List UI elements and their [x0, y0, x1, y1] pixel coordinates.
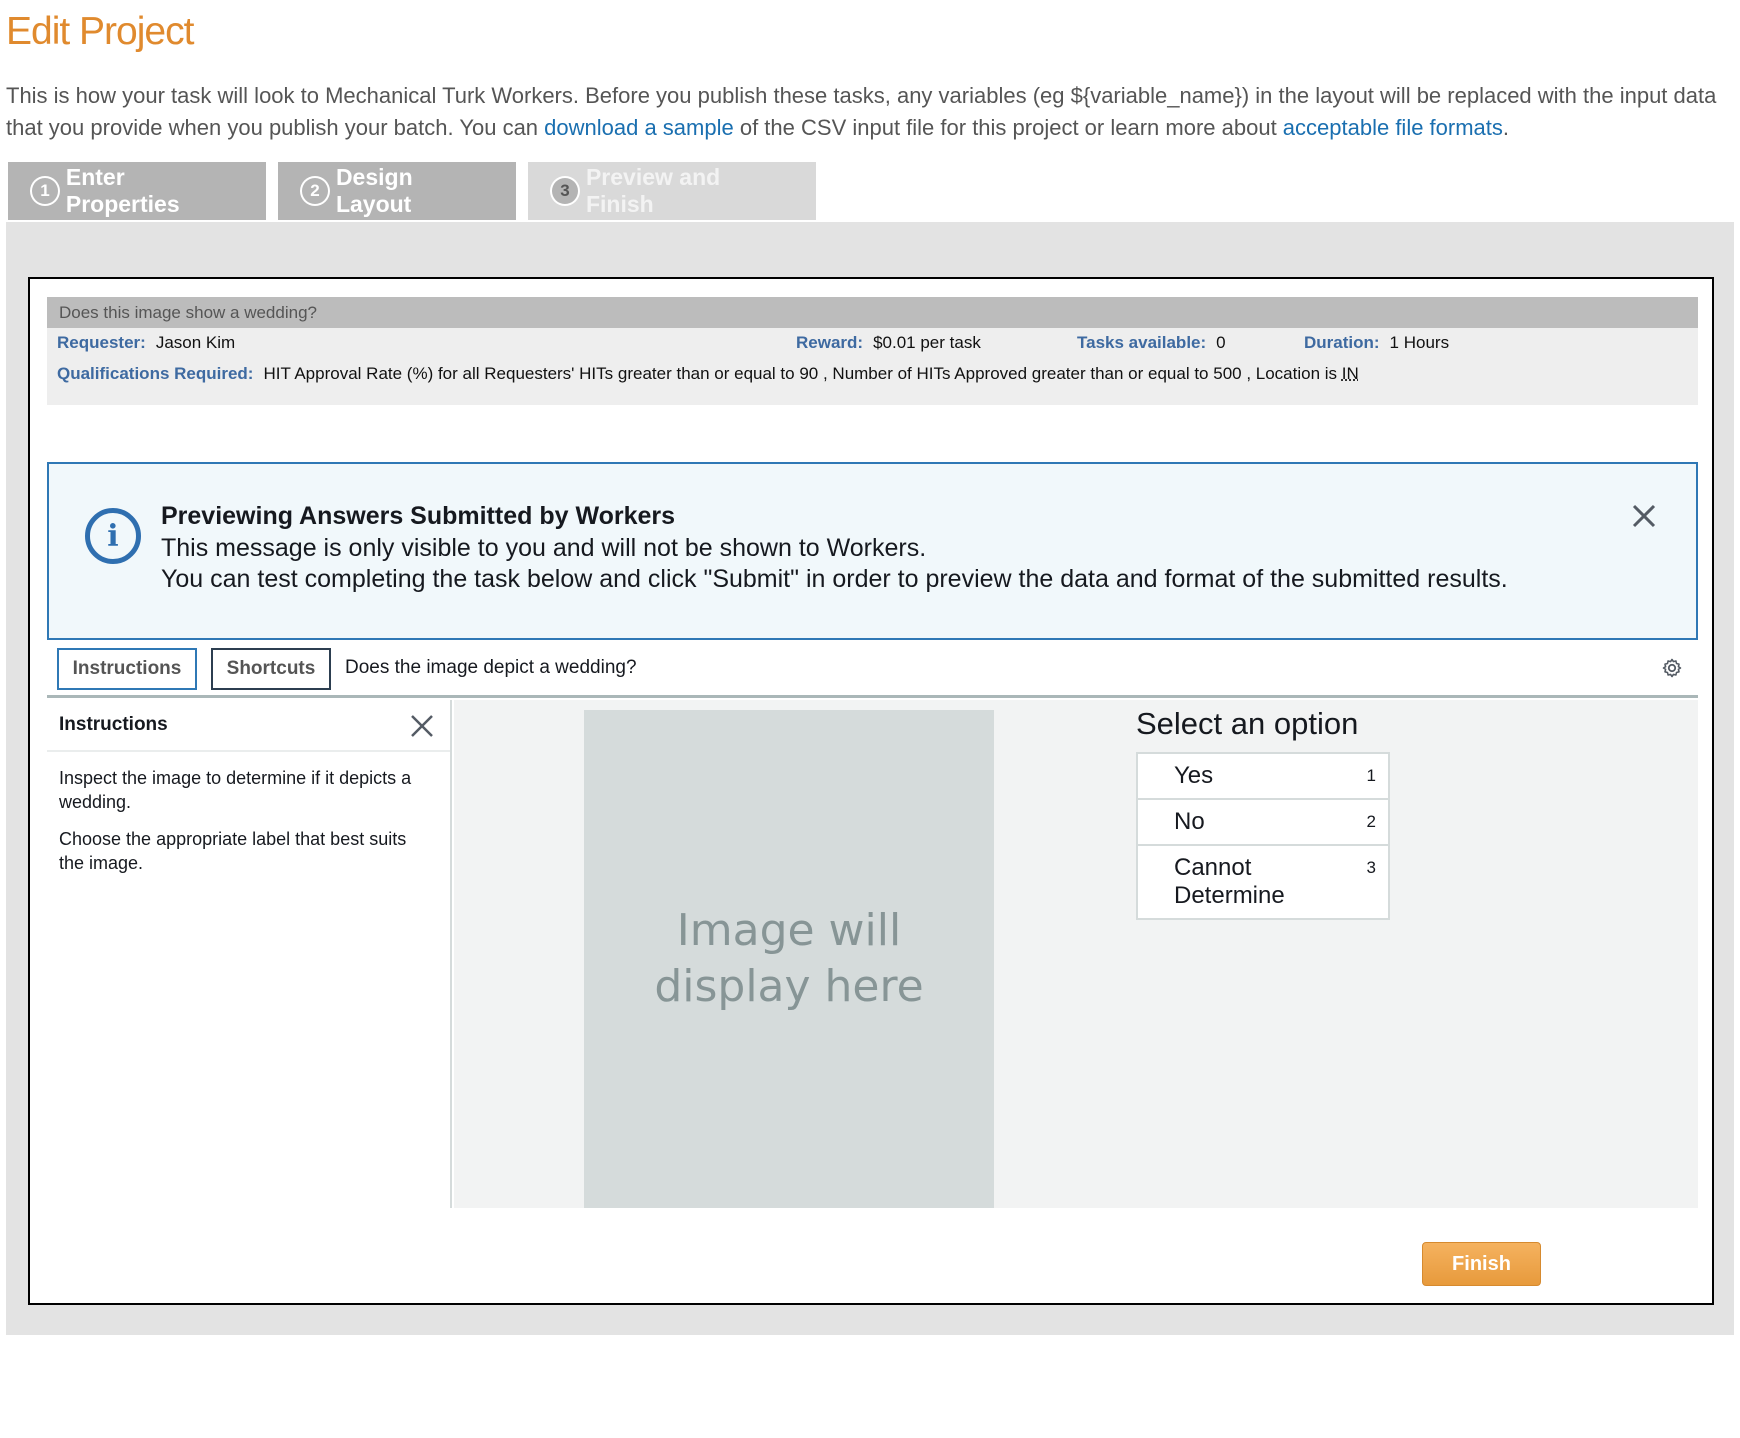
tasks-available-label: Tasks available:	[1077, 333, 1207, 352]
option-cannot-determine[interactable]: Cannot Determine 3	[1138, 846, 1388, 918]
image-placeholder-text: display here	[654, 961, 924, 1012]
preview-container: Does this image show a wedding? Requeste…	[6, 222, 1734, 1335]
duration-value: 1 Hours	[1389, 333, 1450, 352]
location-abbr: IN	[1341, 364, 1359, 383]
qualifications-label: Qualifications Required:	[57, 364, 254, 383]
step-number: 3	[550, 176, 580, 206]
tasks-available-value: 0	[1216, 333, 1226, 352]
intro-text: .	[1502, 115, 1510, 140]
alert-message-line: You can test completing the task below a…	[161, 565, 1508, 593]
page-title: Edit Project	[6, 10, 194, 53]
option-shortcut-key: 1	[1366, 766, 1376, 785]
qualifications-value: HIT Approval Rate (%) for all Requesters…	[263, 364, 1342, 383]
step-design-layout[interactable]: 2 Design Layout	[278, 162, 516, 220]
option-shortcut-key: 2	[1366, 812, 1376, 831]
options-title: Select an option	[1136, 706, 1359, 741]
step-tabs: 1 Enter Properties 2 Design Layout 3 Pre…	[8, 162, 816, 220]
hit-title: Does this image show a wedding?	[47, 297, 1698, 328]
image-placeholder-text: Image will	[676, 905, 902, 956]
step-enter-properties[interactable]: 1 Enter Properties	[8, 162, 266, 220]
step-number: 2	[300, 176, 330, 206]
gear-icon[interactable]	[1660, 656, 1684, 680]
step-label: Preview and Finish	[585, 164, 721, 217]
download-sample-link[interactable]: download a sample	[544, 115, 734, 140]
duration-info: Duration: 1 Hours	[1304, 333, 1449, 353]
shortcuts-button[interactable]: Shortcuts	[211, 648, 331, 690]
instructions-panel-header: Instructions	[47, 700, 450, 752]
instructions-paragraph: Inspect the image to determine if it dep…	[59, 768, 412, 812]
intro-paragraph: This is how your task will look to Mecha…	[6, 80, 1726, 144]
alert-message-line: This message is only visible to you and …	[161, 534, 927, 562]
option-label: Yes	[1174, 762, 1214, 789]
instructions-panel: Instructions Inspect the image to determ…	[47, 700, 452, 1208]
preview-alert: i Previewing Answers Submitted by Worker…	[47, 462, 1698, 640]
task-toolbar: Instructions Shortcuts Does the image de…	[47, 642, 1698, 698]
option-yes[interactable]: Yes 1	[1138, 754, 1388, 800]
option-list: Yes 1 No 2 Cannot Determine 3	[1136, 752, 1390, 920]
reward-value: $0.01 per task	[873, 333, 981, 352]
close-icon[interactable]	[408, 712, 436, 740]
reward-info: Reward: $0.01 per task	[796, 333, 981, 353]
close-icon[interactable]	[1628, 500, 1660, 532]
requester-value: Jason Kim	[155, 333, 236, 352]
image-placeholder: Image will display here	[584, 710, 994, 1208]
alert-title: Previewing Answers Submitted by Workers	[161, 502, 676, 530]
option-label: Cannot Determine	[1174, 854, 1285, 909]
requester-info: Requester: Jason Kim	[57, 333, 235, 353]
task-question: Does the image depict a wedding?	[345, 657, 637, 678]
option-label: No	[1174, 808, 1205, 835]
step-label: Design Layout	[335, 164, 413, 217]
instructions-paragraph: Choose the appropriate label that best s…	[59, 829, 407, 873]
requester-label: Requester:	[57, 333, 146, 352]
step-preview-and-finish: 3 Preview and Finish	[528, 162, 816, 220]
hit-header: Does this image show a wedding? Requeste…	[47, 297, 1698, 405]
info-icon: i	[85, 508, 141, 564]
finish-button[interactable]: Finish	[1422, 1242, 1541, 1286]
acceptable-file-formats-link[interactable]: acceptable file formats	[1283, 115, 1503, 140]
step-number: 1	[30, 176, 60, 206]
duration-label: Duration:	[1304, 333, 1380, 352]
task-work-area: Image will display here Select an option …	[454, 700, 1698, 1208]
qualifications-info: Qualifications Required: HIT Approval Rat…	[57, 364, 1359, 384]
instructions-button[interactable]: Instructions	[57, 648, 197, 690]
hit-preview-frame: Does this image show a wedding? Requeste…	[28, 277, 1714, 1305]
tasks-available-info: Tasks available: 0	[1077, 333, 1226, 353]
reward-label: Reward:	[796, 333, 864, 352]
intro-text: of the CSV input file for this project o…	[733, 115, 1283, 140]
option-no[interactable]: No 2	[1138, 800, 1388, 846]
instructions-title: Instructions	[59, 714, 168, 735]
step-label: Enter Properties	[65, 164, 180, 217]
option-shortcut-key: 3	[1366, 858, 1376, 877]
